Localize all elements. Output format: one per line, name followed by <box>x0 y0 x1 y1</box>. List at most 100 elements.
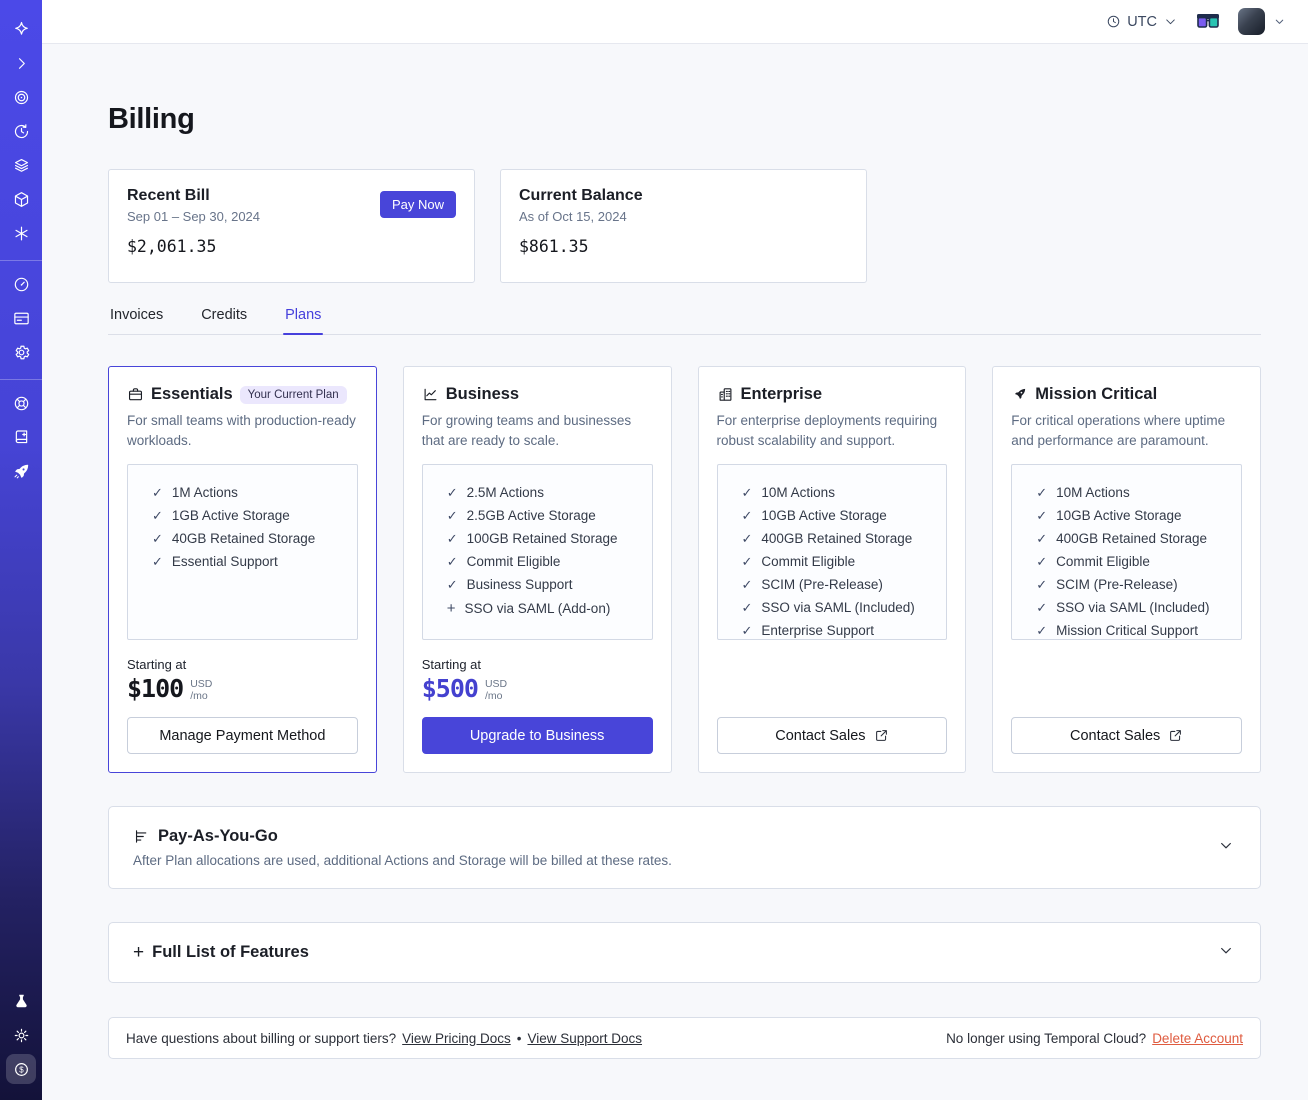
current-balance-asof: As of Oct 15, 2024 <box>519 209 627 224</box>
upgrade-to-business-button[interactable]: Upgrade to Business <box>421 717 653 754</box>
manage-payment-button[interactable]: Manage Payment Method <box>127 717 358 754</box>
check-icon: ✓ <box>1036 485 1048 501</box>
billing-panel-icon[interactable] <box>6 303 36 333</box>
plan-feature: ✓ 10M Actions <box>742 485 937 501</box>
plan-name: Business <box>445 385 520 403</box>
account-menu[interactable] <box>1238 8 1286 35</box>
docs-book-icon[interactable] <box>6 422 36 452</box>
plan-feature-label: SCIM (Pre-Release) <box>1056 577 1178 593</box>
plan-feature-label: 400GB Retained Storage <box>761 531 913 547</box>
chart-line-icon <box>424 388 437 401</box>
plan-description: For growing teams and businesses that ar… <box>421 413 632 448</box>
page-title: Billing <box>108 103 195 135</box>
plan-feature-label: SSO via SAML (Included) <box>1056 600 1210 616</box>
billing-dollar-icon[interactable]: $ <box>6 1054 36 1084</box>
delete-account-link[interactable]: Delete Account <box>1152 1031 1243 1046</box>
plan-cards: Essentials Your Current Plan For small t… <box>108 366 1261 773</box>
paygo-subtitle: After Plan allocations are used, additio… <box>133 853 672 868</box>
contact-sales-button[interactable]: Contact Sales <box>1011 717 1242 754</box>
plan-feature: ✓ Enterprise Support <box>742 623 937 639</box>
layers-icon[interactable] <box>6 150 36 180</box>
plan-feature-label: SCIM (Pre-Release) <box>761 577 883 593</box>
plan-feature: ✓ 10GB Active Storage <box>742 508 937 524</box>
chevron-right-icon[interactable] <box>6 48 36 78</box>
price-currency: USD <box>484 678 508 691</box>
plan-feature: ✓ SCIM (Pre-Release) <box>1036 577 1231 593</box>
plan-header: Enterprise <box>717 385 948 404</box>
temporal-logo-icon[interactable] <box>6 14 36 44</box>
billing-page: $ UTC Billing Recent Bill Sep 01 – Sep 3… <box>0 0 1308 1100</box>
3d-glasses-icon[interactable] <box>1196 13 1220 30</box>
plan-feature-label: Mission Critical Support <box>1056 623 1198 639</box>
price-prefix: Starting at <box>127 657 187 673</box>
price-amount: $100 <box>127 674 184 704</box>
bullet-separator: • <box>516 1030 522 1046</box>
plan-feature: ✓ Essential Support <box>152 554 347 570</box>
check-icon: ✓ <box>446 508 458 524</box>
schedules-clock-icon[interactable] <box>6 116 36 146</box>
recent-bill-card: Recent Bill Sep 01 – Sep 30, 2024 $2,061… <box>108 169 475 283</box>
clock-icon <box>1107 15 1120 28</box>
view-pricing-docs-link[interactable]: View Pricing Docs <box>402 1031 511 1046</box>
plan-feature: ✓ Commit Eligible <box>1036 554 1231 570</box>
plan-feature: ✓ SSO via SAML (Included) <box>742 600 937 616</box>
plan-price: Starting at $100 USD /mo <box>127 657 358 703</box>
plan-feature: ✓ SSO via SAML (Included) <box>1036 600 1231 616</box>
paygo-accordion[interactable]: Pay-As-You-Go After Plan allocations are… <box>108 806 1261 889</box>
contact-sales-label: Contact Sales <box>775 727 866 744</box>
pay-now-button[interactable]: Pay Now <box>379 191 456 218</box>
plan-name: Enterprise <box>740 385 823 403</box>
check-icon: ✓ <box>1036 531 1048 547</box>
cube-icon[interactable] <box>6 184 36 214</box>
plan-feature: ✓ 400GB Retained Storage <box>1036 531 1231 547</box>
footer-account: No longer using Temporal Cloud? Delete A… <box>946 1031 1243 1046</box>
full-features-accordion[interactable]: + Full List of Features <box>108 922 1261 983</box>
topbar: UTC <box>42 0 1308 44</box>
plan-feature-label: 1GB Active Storage <box>171 508 290 524</box>
plan-feature-label: Essential Support <box>171 554 278 570</box>
check-icon: ✓ <box>741 508 753 524</box>
plus-icon: + <box>446 600 456 618</box>
rocket-icon[interactable] <box>6 456 36 486</box>
labs-flask-icon[interactable] <box>6 986 36 1016</box>
plan-feature-label: Enterprise Support <box>761 623 874 639</box>
footer-docs: Have questions about billing or support … <box>126 1031 642 1046</box>
plus-icon: + <box>133 942 145 963</box>
expand-chevron[interactable] <box>1218 942 1234 963</box>
view-support-docs-link[interactable]: View Support Docs <box>527 1031 642 1046</box>
plan-feature: ✓ 2.5M Actions <box>447 485 642 501</box>
sidebar-divider <box>0 260 42 261</box>
price-currency: USD <box>190 678 213 691</box>
theme-sun-icon[interactable] <box>6 1020 36 1050</box>
plan-feature: ✓ 1GB Active Storage <box>152 508 347 524</box>
contact-sales-button[interactable]: Contact Sales <box>716 717 948 754</box>
plan-feature-label: Commit Eligible <box>466 554 561 570</box>
price-period: /mo <box>190 690 208 703</box>
buildings-icon <box>719 388 731 401</box>
timezone-label: UTC <box>1127 13 1157 30</box>
plan-name: Mission Critical <box>1035 385 1158 403</box>
plan-feature: ✓ 100GB Retained Storage <box>447 531 642 547</box>
plan-card-enterprise: Enterprise For enterprise deployments re… <box>697 366 967 773</box>
price-prefix: Starting at <box>421 657 482 673</box>
support-lifebuoy-icon[interactable] <box>6 388 36 418</box>
tab-credits[interactable]: Credits <box>199 307 249 334</box>
plan-feature: ✓ Mission Critical Support <box>1036 623 1231 639</box>
tab-plans[interactable]: Plans <box>283 307 324 335</box>
plan-feature-label: 2.5GB Active Storage <box>466 508 596 524</box>
asterisk-icon[interactable] <box>6 218 36 248</box>
settings-gear-icon[interactable] <box>6 337 36 367</box>
expand-chevron[interactable] <box>1218 837 1234 858</box>
avatar <box>1238 8 1265 35</box>
chevron-down-icon <box>1166 19 1175 25</box>
timezone-selector[interactable]: UTC <box>1106 14 1178 30</box>
plan-feature: + SSO via SAML (Add-on) <box>447 600 642 617</box>
plan-feature-label: 40GB Retained Storage <box>171 531 316 547</box>
check-icon: ✓ <box>446 531 458 547</box>
namespaces-target-icon[interactable] <box>6 82 36 112</box>
tab-invoices[interactable]: Invoices <box>108 307 165 334</box>
external-link-icon <box>875 730 887 741</box>
plan-feature: ✓ Commit Eligible <box>742 554 937 570</box>
rocket-icon <box>1014 388 1026 400</box>
usage-gauge-icon[interactable] <box>6 269 36 299</box>
